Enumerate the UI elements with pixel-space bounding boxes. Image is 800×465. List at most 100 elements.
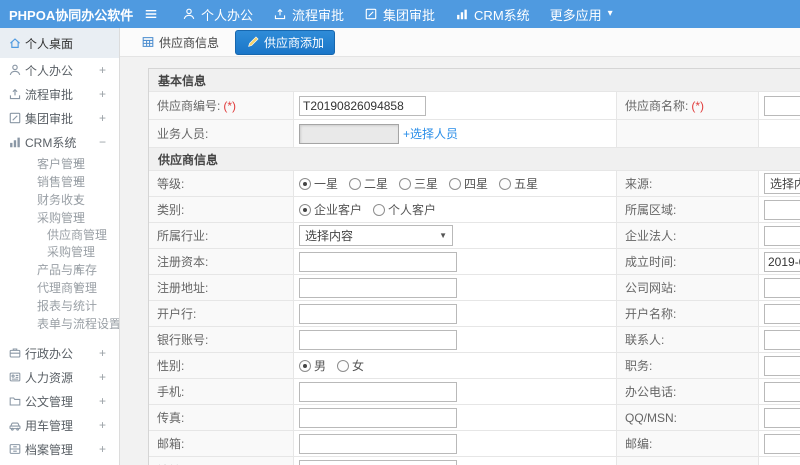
sidebar-item-13[interactable]: 报表与统计 [0, 296, 119, 314]
gender-radio-label-0: 男 [314, 359, 327, 373]
account-name-input[interactable] [764, 303, 800, 324]
topnav-item-2[interactable]: 集团审批 [362, 5, 437, 24]
level-radio-3[interactable] [449, 177, 462, 190]
select-person-link[interactable]: +选择人员 [403, 125, 458, 142]
sidebar-item-1[interactable]: 个人办公 + [0, 58, 119, 82]
sidebar-item-6[interactable]: 销售管理 + [0, 172, 119, 190]
business-person-input[interactable] [299, 123, 399, 144]
sidebar-item-label: 代理商管理 [37, 280, 98, 295]
tab-supplier-info[interactable]: 供应商信息 [133, 31, 227, 54]
level-radio-2[interactable] [399, 177, 412, 190]
expand-toggle-icon[interactable]: + [99, 63, 106, 77]
sidebar-item-3[interactable]: 集团审批 + [0, 106, 119, 130]
gender-radio-1[interactable] [337, 359, 350, 372]
hamburger-menu-icon[interactable] [144, 6, 160, 22]
expand-toggle-icon[interactable]: + [74, 192, 81, 206]
level-radio-1[interactable] [349, 177, 362, 190]
form-row-bank-account: 银行账号: 联系人: [149, 327, 800, 353]
expand-toggle-icon[interactable]: + [74, 174, 81, 188]
gender-label-text: 性别: [157, 359, 185, 373]
sidebar-item-18[interactable]: 用车管理 + [0, 413, 119, 437]
tab-supplier-add[interactable]: 供应商添加 [235, 29, 336, 55]
expand-toggle-icon[interactable]: + [99, 87, 106, 101]
qq-msn-field [759, 405, 800, 430]
address-input[interactable] [299, 460, 457, 465]
legal-person-input[interactable] [764, 225, 800, 246]
topnav-item-1[interactable]: 流程审批 [271, 5, 346, 24]
expand-toggle-icon[interactable]: + [74, 280, 81, 294]
sidebar-item-15[interactable]: 行政办公 + [0, 341, 119, 365]
source-select[interactable]: 选择内容▼ [764, 173, 800, 194]
zip-code-input[interactable] [764, 433, 800, 454]
sidebar-item-4[interactable]: CRM系统 − [0, 130, 119, 154]
job-title-label: 职务: [617, 353, 759, 378]
expand-toggle-icon[interactable]: + [99, 442, 106, 456]
empty-field-cell [759, 120, 800, 147]
sidebar-item-14[interactable]: 表单与流程设置+ [0, 314, 119, 332]
sidebar-item-2[interactable]: 流程审批 + [0, 82, 119, 106]
website-input[interactable] [764, 277, 800, 298]
founded-date-input[interactable] [764, 251, 800, 272]
form-section-title: 基本信息 [158, 73, 207, 88]
expand-toggle-icon[interactable]: + [99, 111, 106, 125]
email-input[interactable] [299, 433, 457, 454]
sidebar-item-11[interactable]: 产品与库存 + [0, 260, 119, 278]
category-radio-1[interactable] [373, 203, 386, 216]
fax-input[interactable] [299, 407, 457, 428]
app-window: PHPOA协同办公软件 个人办公 流程审批 集团审批 CRM系统 更多应用 ▾ 个人桌面个… [0, 0, 800, 465]
registered-capital-input[interactable] [299, 251, 457, 272]
expand-toggle-icon[interactable]: + [99, 370, 106, 384]
supplier-form: 基本信息供应商编号:(*)供应商名称:(*)业务人员:+选择人员供应商信息等级:… [148, 68, 800, 465]
mobile-field [294, 379, 617, 404]
qq-msn-input[interactable] [764, 407, 800, 428]
bank-branch-input[interactable] [299, 303, 457, 324]
zip-code-label: 邮编: [617, 431, 759, 456]
sidebar-item-label: 采购管理 [47, 245, 96, 259]
office-phone-label-text: 办公电话: [625, 385, 677, 399]
mobile-input[interactable] [299, 381, 457, 402]
gender-radio-0[interactable] [299, 359, 311, 372]
expand-toggle-icon[interactable]: − [99, 135, 106, 149]
contact-person-input[interactable] [764, 329, 800, 350]
expand-toggle-icon[interactable]: + [99, 394, 106, 408]
topnav-item-label: CRM系统 [474, 7, 530, 23]
sidebar-item-7[interactable]: 财务收支 + [0, 190, 119, 208]
level-field: 一星 二星 三星 四星 五星 [294, 171, 617, 196]
office-phone-input[interactable] [764, 381, 800, 402]
registered-address-input[interactable] [299, 277, 457, 298]
edit-icon [8, 111, 22, 125]
job-title-input[interactable] [764, 355, 800, 376]
expand-toggle-icon[interactable]: + [74, 262, 81, 276]
source-label-text: 来源: [625, 177, 653, 191]
expand-toggle-icon[interactable]: + [99, 418, 106, 432]
sidebar-item-10[interactable]: 采购管理 [0, 243, 119, 260]
business-person-field: +选择人员 [294, 120, 617, 147]
sidebar-item-5[interactable]: 客户管理 + [0, 154, 119, 172]
expand-toggle-icon[interactable]: + [99, 346, 106, 360]
topnav-item-3[interactable]: CRM系统 [453, 5, 532, 24]
sidebar-item-12[interactable]: 代理商管理 + [0, 278, 119, 296]
sidebar-item-9[interactable]: 供应商管理 [0, 226, 119, 243]
region-input[interactable] [764, 199, 800, 220]
supplier-code-input[interactable] [299, 95, 426, 116]
pencil-icon [246, 35, 260, 49]
expand-toggle-icon[interactable]: + [74, 156, 81, 170]
supplier-name-input[interactable] [764, 95, 800, 116]
expand-toggle-icon[interactable]: − [74, 210, 81, 224]
topnav-item-4[interactable]: 更多应用 ▾ [548, 5, 615, 24]
sidebar-item-16[interactable]: 人力资源 + [0, 365, 119, 389]
sidebar-item-8[interactable]: 采购管理 − [0, 208, 119, 226]
legal-person-field [759, 223, 800, 248]
industry-select[interactable]: 选择内容 ▼ [299, 225, 453, 246]
idcard-icon [8, 370, 22, 384]
topnav-item-0[interactable]: 个人办公 [180, 5, 255, 24]
level-radio-label-3: 四星 [464, 177, 489, 191]
category-radio-0[interactable] [299, 203, 311, 216]
level-radio-4[interactable] [499, 177, 512, 190]
sidebar-item-17[interactable]: 公文管理 + [0, 389, 119, 413]
bank-account-input[interactable] [299, 329, 457, 350]
sidebar-item-19[interactable]: 档案管理 + [0, 437, 119, 461]
category-radio-label-1: 个人客户 [388, 203, 437, 217]
level-radio-0[interactable] [299, 177, 311, 190]
sidebar-item-0[interactable]: 个人桌面 [0, 28, 119, 58]
